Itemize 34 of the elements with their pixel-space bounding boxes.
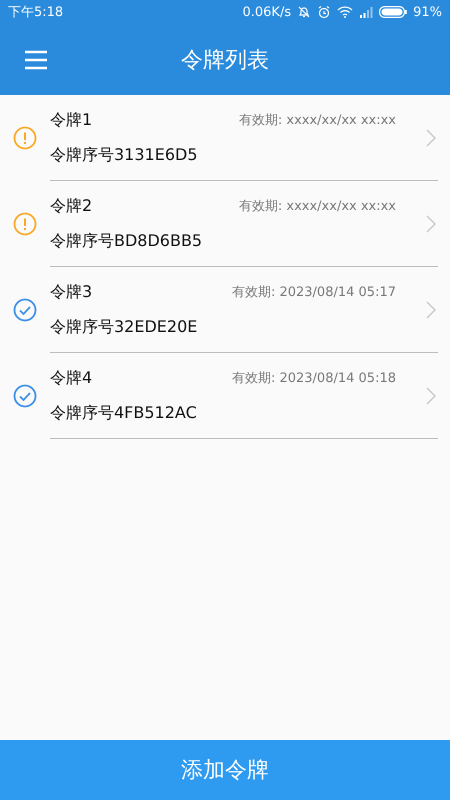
signal-icon [359, 6, 374, 18]
chevron-right-icon [426, 129, 436, 147]
battery-percent: 91% [413, 4, 442, 20]
token-row[interactable]: 令牌4 有效期: 2023/08/14 05:18 令牌序号4FB512AC [0, 353, 450, 439]
network-speed: 0.06K/s [242, 4, 292, 20]
expiry-date: 有效期: 2023/08/14 05:18 [232, 370, 396, 387]
chevron-right-icon [426, 387, 436, 405]
status-time: 下午5:18 [8, 4, 64, 21]
token-name: 令牌2 [50, 196, 92, 216]
bell-off-icon [297, 5, 312, 19]
token-name: 令牌4 [50, 368, 92, 388]
expiry-date: 有效期: xxxx/xx/xx xx:xx [238, 112, 396, 129]
token-name: 令牌1 [50, 110, 92, 130]
expiry-date: 有效期: 2023/08/14 05:17 [232, 284, 396, 301]
token-serial: 令牌序号4FB512AC [50, 402, 198, 424]
token-serial: 令牌序号BD8D6BB5 [50, 230, 204, 252]
chevron-right-icon [426, 301, 436, 319]
menu-icon [24, 50, 48, 70]
alarm-clock-icon [317, 5, 332, 19]
warning-icon [13, 212, 37, 236]
check-circle-icon [13, 298, 37, 322]
warning-icon [13, 126, 37, 150]
expiry-date: 有效期: xxxx/xx/xx xx:xx [238, 198, 396, 215]
token-name: 令牌3 [50, 282, 92, 302]
token-serial: 令牌序号3131E6D5 [50, 144, 199, 166]
token-row[interactable]: 令牌1 有效期: xxxx/xx/xx xx:xx 令牌序号3131E6D5 [0, 95, 450, 181]
check-circle-icon [13, 384, 37, 408]
chevron-right-icon [426, 215, 436, 233]
token-row[interactable]: 令牌2 有效期: xxxx/xx/xx xx:xx 令牌序号BD8D6BB5 [0, 181, 450, 267]
token-row[interactable]: 令牌3 有效期: 2023/08/14 05:17 令牌序号32EDE20E [0, 267, 450, 353]
battery-icon [379, 6, 408, 18]
app-title: 令牌列表 [181, 46, 269, 74]
wifi-icon [337, 6, 354, 18]
token-serial: 令牌序号32EDE20E [50, 316, 198, 338]
